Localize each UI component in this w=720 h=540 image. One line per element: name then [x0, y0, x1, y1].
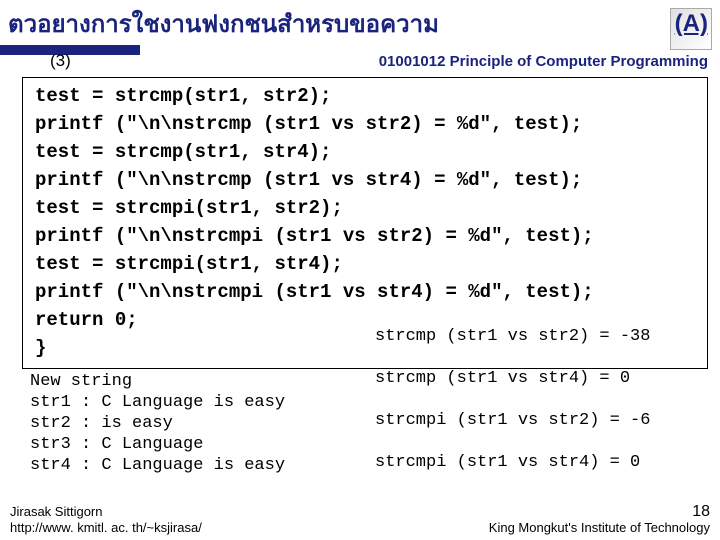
- output-right: strcmp (str1 vs str2) = -38 strcmp (str1…: [375, 326, 650, 473]
- code-line: test = strcmpi(str1, str2);: [35, 194, 695, 222]
- output-left: New string str1 : C Language is easy str…: [30, 371, 285, 476]
- slide-title: ตวอยางการใชงานฟงกชนสำหรบขอความ: [8, 4, 439, 43]
- footer-right: 18 King Mongkut's Institute of Technolog…: [489, 504, 710, 536]
- code-line: test = strcmp(str1, str2);: [35, 82, 695, 110]
- author-name: Jirasak Sittigorn: [10, 504, 202, 520]
- author-url: http://www. kmitl. ac. th/~ksjirasa/: [10, 520, 202, 536]
- part-number: (3): [50, 51, 71, 71]
- sub-row: (3) 01001012 Principle of Computer Progr…: [0, 51, 720, 75]
- code-line: printf ("\n\nstrcmpi (str1 vs str2) = %d…: [35, 222, 695, 250]
- organization: King Mongkut's Institute of Technology: [489, 520, 710, 536]
- code-line: test = strcmpi(str1, str4);: [35, 250, 695, 278]
- title-bar: ตวอยางการใชงานฟงกชนสำหรบขอความ (A): [0, 0, 720, 45]
- code-line: printf ("\n\nstrcmpi (str1 vs str4) = %d…: [35, 278, 695, 306]
- course-code: 01001012 Principle of Computer Programmi…: [379, 53, 708, 70]
- footer-left: Jirasak Sittigorn http://www. kmitl. ac.…: [10, 504, 202, 536]
- slide-title-extra: (A): [675, 10, 708, 38]
- footer: Jirasak Sittigorn http://www. kmitl. ac.…: [0, 504, 720, 536]
- code-line: printf ("\n\nstrcmp (str1 vs str4) = %d"…: [35, 166, 695, 194]
- code-line: printf ("\n\nstrcmp (str1 vs str2) = %d"…: [35, 110, 695, 138]
- code-line: test = strcmp(str1, str4);: [35, 138, 695, 166]
- page-number: 18: [489, 504, 710, 520]
